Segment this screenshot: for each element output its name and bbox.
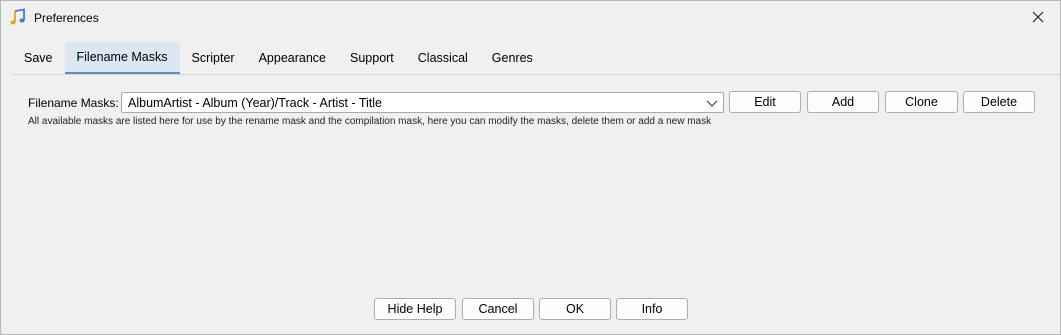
close-icon	[1032, 11, 1044, 23]
help-text: All available masks are listed here for …	[28, 116, 712, 127]
ok-button[interactable]: OK	[539, 298, 611, 320]
tab-genres[interactable]: Genres	[480, 42, 545, 74]
preferences-window: Preferences Save Filename Masks Scripter…	[0, 0, 1061, 335]
delete-button[interactable]: Delete	[963, 91, 1035, 113]
title-bar: Preferences	[1, 1, 1060, 34]
hide-help-button[interactable]: Hide Help	[374, 298, 456, 320]
tab-classical[interactable]: Classical	[406, 42, 480, 74]
tab-bar: Save Filename Masks Scripter Appearance …	[12, 42, 545, 74]
tab-divider	[12, 74, 1060, 75]
clone-button[interactable]: Clone	[885, 91, 958, 113]
chevron-down-icon	[706, 100, 718, 107]
info-button[interactable]: Info	[616, 298, 688, 320]
cancel-button[interactable]: Cancel	[462, 298, 534, 320]
window-title: Preferences	[34, 11, 99, 25]
close-button[interactable]	[1024, 6, 1052, 28]
filename-mask-value: AlbumArtist - Album (Year)/Track - Artis…	[128, 95, 382, 110]
tab-scripter[interactable]: Scripter	[180, 42, 247, 74]
edit-button[interactable]: Edit	[729, 91, 801, 113]
add-button[interactable]: Add	[807, 91, 879, 113]
tab-save[interactable]: Save	[12, 42, 65, 74]
music-note-icon	[10, 8, 25, 25]
tab-appearance[interactable]: Appearance	[247, 42, 338, 74]
filename-masks-label: Filename Masks:	[28, 96, 119, 110]
tab-support[interactable]: Support	[338, 42, 406, 74]
tab-filename-masks[interactable]: Filename Masks	[64, 42, 180, 74]
filename-mask-select[interactable]: AlbumArtist - Album (Year)/Track - Artis…	[121, 92, 724, 113]
